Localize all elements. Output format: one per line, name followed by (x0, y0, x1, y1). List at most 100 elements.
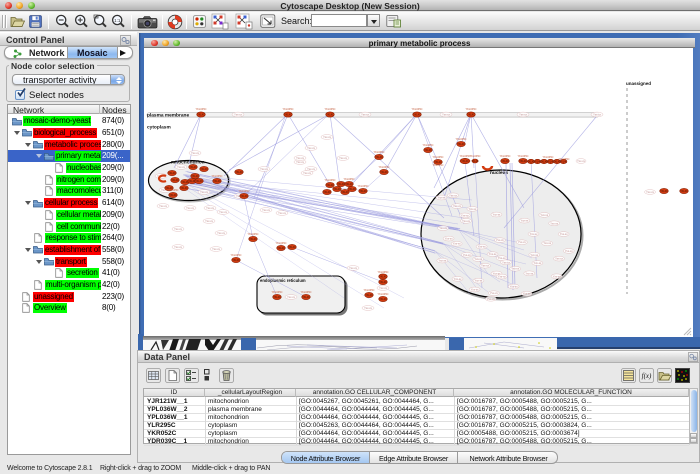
svg-text:YKL045C: YKL045C (377, 292, 388, 296)
svg-text:Yxx-xx: Yxx-xx (191, 151, 199, 155)
svg-text:Yxx-xx: Yxx-xx (462, 219, 470, 223)
svg-text:YKL4C: YKL4C (288, 246, 296, 249)
svg-text:Yxx-xx: Yxx-xx (502, 260, 510, 264)
svg-text:YKL045C: YKL045C (378, 165, 389, 169)
svg-text:Yxx-xx: Yxx-xx (461, 213, 469, 217)
svg-text:Yxx-xx: Yxx-xx (478, 245, 486, 249)
svg-text:Yxx-xx: Yxx-xx (543, 241, 551, 245)
svg-text:Yxx-xx: Yxx-xx (445, 237, 453, 241)
svg-text:YKL045C: YKL045C (211, 174, 222, 178)
svg-text:Yxx-xx: Yxx-xx (593, 113, 601, 117)
svg-text:Yxx-xx: Yxx-xx (177, 165, 185, 169)
svg-text:Yxx-xx: Yxx-xx (364, 306, 372, 310)
svg-text:Yxx-xx: Yxx-xx (550, 221, 558, 225)
svg-text:Yxx-xx: Yxx-xx (525, 271, 533, 275)
svg-text:Yxx-xx: Yxx-xx (519, 113, 527, 117)
svg-text:Yxx-xx: Yxx-xx (438, 259, 446, 263)
svg-text:YKL4C: YKL4C (337, 183, 345, 186)
svg-text:Yxx-xx: Yxx-xx (439, 226, 447, 230)
svg-text:YKL4C: YKL4C (341, 191, 349, 194)
svg-text:Yxx-xx: Yxx-xx (463, 253, 471, 257)
svg-text:YKL045C: YKL045C (167, 188, 178, 192)
svg-text:Yxx-xx: Yxx-xx (307, 167, 315, 171)
svg-text:Yxx-xx: Yxx-xx (206, 206, 214, 210)
svg-text:YKL4C: YKL4C (333, 188, 341, 191)
svg-text:Yxx-xx: Yxx-xx (520, 219, 528, 223)
svg-text:Yxx-xx: Yxx-xx (490, 291, 498, 295)
svg-text:Yxx-xx: Yxx-xx (510, 285, 518, 289)
svg-text:YKL4C: YKL4C (380, 171, 388, 174)
svg-text:YKL045C: YKL045C (363, 288, 374, 292)
svg-text:YKL4C: YKL4C (375, 156, 383, 159)
svg-text:Yxx-xx: Yxx-xx (174, 245, 182, 249)
svg-text:YKL4C: YKL4C (240, 195, 248, 198)
svg-text:Yxx-xx: Yxx-xx (449, 193, 457, 197)
svg-text:YKL4C: YKL4C (379, 275, 387, 278)
svg-text:YKL045C: YKL045C (324, 107, 335, 111)
svg-text:Yxx-xx: Yxx-xx (278, 211, 286, 215)
svg-text:YKL045C: YKL045C (343, 177, 354, 181)
svg-text:Yxx-xx: Yxx-xx (453, 242, 461, 246)
svg-text:YKL4C: YKL4C (326, 113, 334, 116)
svg-text:YKL045C: YKL045C (373, 150, 384, 154)
svg-text:YKL4C: YKL4C (191, 175, 199, 178)
svg-text:Yxx-xx: Yxx-xx (560, 232, 568, 236)
svg-text:Yxx-xx: Yxx-xx (296, 160, 304, 164)
svg-text:Yxx-xx: Yxx-xx (454, 277, 462, 281)
svg-text:f(x): f(x) (642, 372, 652, 380)
svg-text:YKL045C: YKL045C (195, 107, 206, 111)
svg-text:YKL4C: YKL4C (660, 190, 668, 193)
svg-text:Yxx-xx: Yxx-xx (186, 206, 194, 210)
svg-text:YKL4C: YKL4C (180, 187, 188, 190)
svg-text:YKL4C: YKL4C (277, 247, 285, 250)
svg-text:Yxx-xx: Yxx-xx (442, 113, 450, 117)
svg-text:YKL4C: YKL4C (379, 281, 387, 284)
svg-text:YKL4C: YKL4C (680, 190, 688, 193)
svg-text:Yxx-xx: Yxx-xx (219, 210, 227, 214)
svg-text:YKL045C: YKL045C (411, 107, 422, 111)
svg-text:Yxx-xx: Yxx-xx (339, 156, 347, 160)
svg-text:Yxx-xx: Yxx-xx (468, 207, 476, 211)
svg-text:YKL4C: YKL4C (471, 160, 479, 163)
svg-text:Yxx-xx: Yxx-xx (159, 204, 167, 208)
svg-text:Yxx-xx: Yxx-xx (565, 249, 573, 253)
svg-text:YKL045C: YKL045C (542, 155, 553, 159)
svg-text:Yxx-xx: Yxx-xx (496, 238, 504, 242)
svg-text:Yxx-xx: Yxx-xx (553, 274, 561, 278)
svg-text:YKL045C: YKL045C (422, 143, 433, 147)
svg-text:Yxx-xx: Yxx-xx (200, 190, 208, 194)
svg-text:YKL4C: YKL4C (326, 184, 334, 187)
svg-text:Yxx-xx: Yxx-xx (577, 159, 585, 163)
svg-text:YKL045C: YKL045C (275, 241, 286, 245)
svg-text:Yxx-xx: Yxx-xx (234, 113, 242, 117)
svg-text:YKL045C: YKL045C (324, 178, 335, 182)
svg-text:Yxx-xx: Yxx-xx (323, 135, 331, 139)
svg-text:YKL4C: YKL4C (323, 191, 331, 194)
svg-text:YKL045C: YKL045C (300, 290, 311, 294)
svg-text:Yxx-xx: Yxx-xx (174, 227, 182, 231)
svg-text:Yxx-xx: Yxx-xx (534, 261, 542, 265)
svg-text:Yxx-xx: Yxx-xx (540, 213, 548, 217)
svg-text:YKL4C: YKL4C (168, 172, 176, 175)
svg-text:endoplasmic reticulum: endoplasmic reticulum (260, 278, 306, 283)
svg-text:mitochondrion: mitochondrion (171, 160, 205, 166)
svg-text:YKL4C: YKL4C (501, 160, 509, 163)
svg-text:YKL4C: YKL4C (345, 183, 353, 186)
svg-text:YKL4C: YKL4C (235, 171, 243, 174)
svg-text:YKL045C: YKL045C (432, 163, 443, 167)
svg-text:YKL045C: YKL045C (465, 107, 476, 111)
svg-text:YKL4C: YKL4C (195, 180, 203, 183)
svg-text:YKL4C: YKL4C (519, 160, 527, 163)
svg-text:YKL4C: YKL4C (424, 149, 432, 152)
svg-text:YKL045C: YKL045C (238, 189, 249, 193)
svg-text:Yxx-xx: Yxx-xx (498, 256, 506, 260)
svg-text:YKL4C: YKL4C (200, 168, 208, 171)
svg-text:Yxx-xx: Yxx-xx (361, 113, 369, 117)
svg-text:YKL4C: YKL4C (457, 143, 465, 146)
svg-text:Yxx-xx: Yxx-xx (475, 279, 483, 283)
svg-text:YKL4C: YKL4C (359, 190, 367, 193)
svg-text:Yxx-xx: Yxx-xx (487, 297, 495, 301)
svg-text:YKL4C: YKL4C (413, 113, 421, 116)
svg-text:YKL4C: YKL4C (348, 188, 356, 191)
svg-text:YKL4C: YKL4C (467, 113, 475, 116)
